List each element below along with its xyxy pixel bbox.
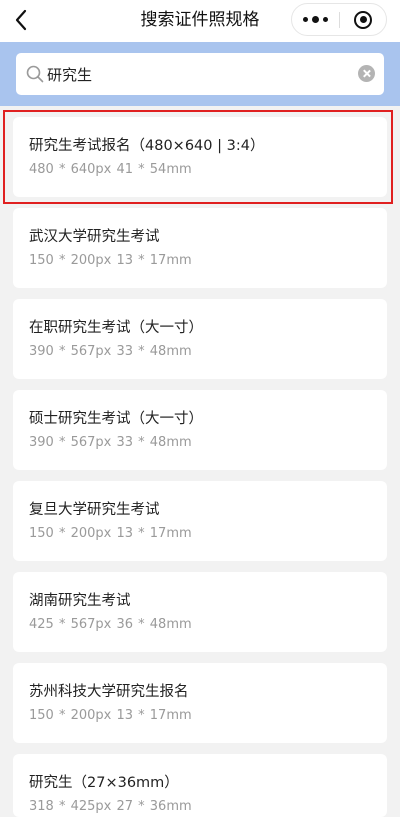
nav-bar: 搜索证件照规格 — [0, 0, 400, 42]
result-card[interactable]: 硕士研究生考试（大一寸） 390 * 567px 33 * 48mm — [13, 390, 387, 470]
search-input[interactable] — [47, 53, 347, 95]
spec-name: 研究生考试报名（480×640 | 3:4） — [29, 138, 265, 154]
result-card[interactable]: 湖南研究生考试 425 * 567px 36 * 48mm — [13, 572, 387, 652]
mini-program-capsule — [291, 3, 387, 36]
spec-name: 苏州科技大学研究生报名 — [29, 684, 189, 700]
close-button[interactable] — [340, 4, 386, 35]
result-card[interactable]: 研究生考试报名（480×640 | 3:4） 480 * 640px 41 * … — [13, 117, 387, 197]
spec-size: 150 * 200px 13 * 17mm — [29, 253, 192, 268]
spec-name: 硕士研究生考试（大一寸） — [29, 411, 203, 427]
chevron-left-icon — [15, 9, 27, 31]
result-card[interactable]: 复旦大学研究生考试 150 * 200px 13 * 17mm — [13, 481, 387, 561]
spec-name: 武汉大学研究生考试 — [29, 229, 160, 245]
spec-size: 150 * 200px 13 * 17mm — [29, 708, 192, 723]
spec-name: 复旦大学研究生考试 — [29, 502, 160, 518]
result-card[interactable]: 苏州科技大学研究生报名 150 * 200px 13 * 17mm — [13, 663, 387, 743]
spec-size: 318 * 425px 27 * 36mm — [29, 799, 192, 814]
spec-name: 湖南研究生考试 — [29, 593, 131, 609]
result-card[interactable]: 研究生（27×36mm） 318 * 425px 27 * 36mm — [13, 754, 387, 817]
result-card[interactable]: 在职研究生考试（大一寸） 390 * 567px 33 * 48mm — [13, 299, 387, 379]
spec-name: 在职研究生考试（大一寸） — [29, 320, 203, 336]
result-card[interactable]: 武汉大学研究生考试 150 * 200px 13 * 17mm — [13, 208, 387, 288]
spec-size: 390 * 567px 33 * 48mm — [29, 435, 192, 450]
spec-size: 425 * 567px 36 * 48mm — [29, 617, 192, 632]
more-button[interactable] — [292, 4, 339, 35]
spec-size: 150 * 200px 13 * 17mm — [29, 526, 192, 541]
spec-size: 480 * 640px 41 * 54mm — [29, 162, 192, 177]
more-dots-icon — [303, 17, 308, 22]
search-box — [16, 53, 384, 95]
search-icon — [26, 65, 44, 83]
spec-size: 390 * 567px 33 * 48mm — [29, 344, 192, 359]
search-bar-area — [0, 42, 400, 106]
spec-name: 研究生（27×36mm） — [29, 775, 179, 791]
target-close-icon — [354, 10, 372, 29]
clear-icon[interactable] — [358, 65, 375, 82]
back-button[interactable] — [10, 6, 36, 34]
